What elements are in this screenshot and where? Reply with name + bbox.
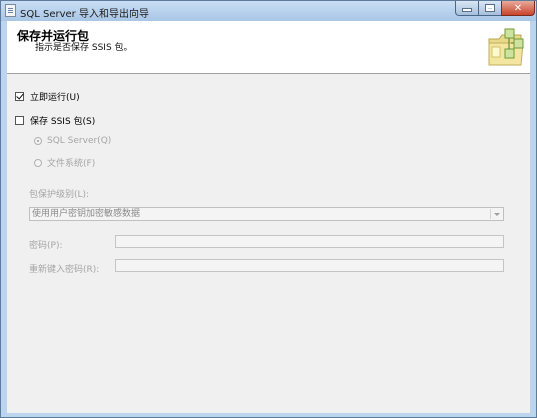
package-folder-icon: [488, 28, 524, 66]
protection-level-value: 使用用户密钥加密敏感数据: [32, 209, 141, 219]
retype-password-label: 重新键入密码(R):: [29, 265, 100, 275]
run-immediately-check-box[interactable]: [15, 92, 24, 101]
protection-level-select[interactable]: 使用用户密钥加密敏感数据: [29, 207, 504, 221]
minimize-icon: [462, 8, 472, 12]
wizard-window: SQL Server 导入和导出向导 ✕ 保存并运行包 指示是否保存 SSIS …: [0, 0, 537, 418]
page-subtitle: 指示是否保存 SSIS 包。: [35, 43, 133, 53]
maximize-icon: [485, 4, 495, 12]
wizard-client-area: 保存并运行包 指示是否保存 SSIS 包。 立即运行(U) 保存 SSIS 包(…: [7, 21, 530, 413]
save-package-label: 保存 SSIS 包(S): [30, 117, 96, 127]
minimize-button[interactable]: [455, 1, 479, 16]
window-title: SQL Server 导入和导出向导: [20, 9, 149, 20]
close-button[interactable]: ✕: [501, 1, 535, 16]
file-system-radio[interactable]: 文件系统(F): [34, 156, 95, 169]
title-bar[interactable]: SQL Server 导入和导出向导 ✕: [1, 1, 536, 21]
wizard-header: 保存并运行包 指示是否保存 SSIS 包。: [7, 21, 530, 74]
wizard-app-icon: [5, 4, 16, 17]
file-system-radio-button[interactable]: [34, 158, 42, 167]
maximize-button[interactable]: [478, 1, 502, 16]
retype-password-field[interactable]: [115, 259, 504, 272]
protection-level-label: 包保护级别(L):: [29, 190, 90, 200]
password-field[interactable]: [115, 235, 504, 248]
close-icon: ✕: [513, 2, 523, 14]
sql-server-radio[interactable]: SQL Server(Q): [34, 136, 111, 146]
sql-server-label: SQL Server(Q): [47, 136, 112, 146]
password-label: 密码(P):: [29, 241, 63, 251]
file-system-label: 文件系统(F): [47, 159, 96, 169]
sql-server-radio-button[interactable]: [34, 137, 42, 145]
save-package-checkbox[interactable]: 保存 SSIS 包(S): [15, 114, 95, 127]
save-package-check-box[interactable]: [15, 116, 24, 125]
chevron-down-icon[interactable]: [490, 209, 502, 219]
run-immediately-checkbox[interactable]: 立即运行(U): [15, 90, 80, 103]
run-immediately-label: 立即运行(U): [30, 93, 80, 103]
